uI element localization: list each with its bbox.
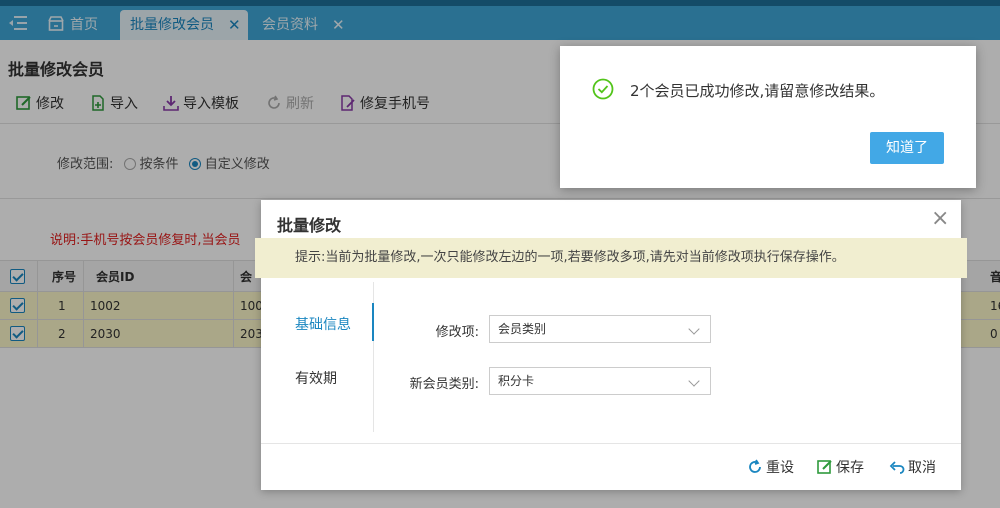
dialog-tip: 提示:当前为批量修改,一次只能修改左边的一项,若要修改多项,请先对当前修改项执行… <box>255 238 967 278</box>
reset-icon <box>747 459 763 475</box>
side-tab-validity[interactable]: 有效期 <box>295 368 337 388</box>
dialog-title: 批量修改 <box>277 216 342 235</box>
edit-item-value: 会员类别 <box>498 322 547 336</box>
success-message-dialog: 2个会员已成功修改,请留意修改结果。 知道了 <box>560 46 976 188</box>
save-icon <box>817 459 833 475</box>
success-check-icon <box>592 78 614 100</box>
side-tab-indicator <box>372 303 374 341</box>
reset-button[interactable]: 重设 <box>747 459 794 477</box>
reset-label: 重设 <box>766 460 794 476</box>
batch-edit-dialog: 批量修改 × 提示:当前为批量修改,一次只能修改左边的一项,若要修改多项,请先对… <box>255 200 967 490</box>
edit-item-select[interactable]: 会员类别 <box>489 315 711 343</box>
save-label: 保存 <box>836 460 864 476</box>
new-type-label: 新会员类别: <box>409 377 479 392</box>
side-tab-basic-info[interactable]: 基础信息 <box>295 314 351 334</box>
new-type-value: 积分卡 <box>498 374 535 388</box>
cancel-label: 取消 <box>908 460 936 476</box>
edit-item-label: 修改项: <box>435 325 479 340</box>
cancel-button[interactable]: 取消 <box>889 459 936 477</box>
dialog-footer: 重设 保存 取消 <box>261 443 961 490</box>
acknowledge-button[interactable]: 知道了 <box>870 132 944 164</box>
save-button[interactable]: 保存 <box>817 459 864 477</box>
undo-icon <box>889 459 905 475</box>
close-icon[interactable]: × <box>931 208 949 230</box>
chevron-down-icon <box>688 323 700 335</box>
success-message-text: 2个会员已成功修改,请留意修改结果。 <box>630 82 885 100</box>
new-type-select[interactable]: 积分卡 <box>489 367 711 395</box>
chevron-down-icon <box>688 375 700 387</box>
